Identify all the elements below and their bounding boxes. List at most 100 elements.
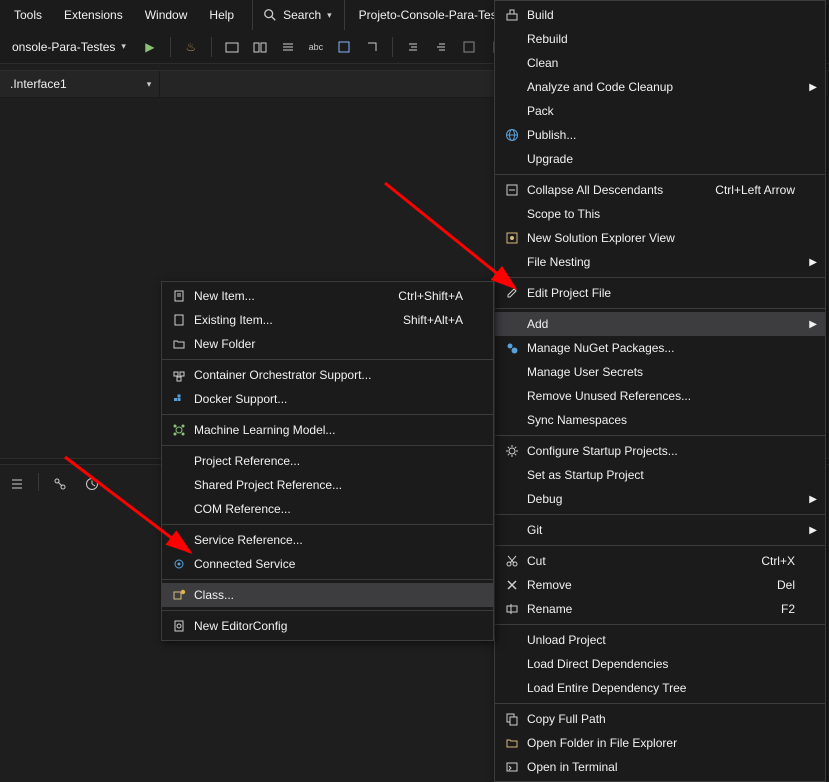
tb-icon-6[interactable] <box>360 35 384 59</box>
separator <box>162 414 493 415</box>
tb-icon-4[interactable]: abc <box>304 35 328 59</box>
project-menu-item[interactable]: Copy Full Path <box>495 707 825 731</box>
add-menu-item[interactable]: New Item...Ctrl+Shift+A <box>162 284 493 308</box>
add-menu-item[interactable]: Project Reference... <box>162 449 493 473</box>
tb-icon-7[interactable] <box>401 35 425 59</box>
menu-item-shortcut: Ctrl+Left Arrow <box>675 183 795 197</box>
project-menu-item[interactable]: Edit Project File <box>495 281 825 305</box>
add-menu-item[interactable]: New EditorConfig <box>162 614 493 638</box>
add-menu-item[interactable]: Class... <box>162 583 493 607</box>
separator <box>162 359 493 360</box>
add-menu-item[interactable]: Shared Project Reference... <box>162 473 493 497</box>
project-menu-item[interactable]: Remove Unused References... <box>495 384 825 408</box>
menu-item-label: Clean <box>523 56 795 70</box>
project-menu-item[interactable]: Collapse All DescendantsCtrl+Left Arrow <box>495 178 825 202</box>
breadcrumb-namespace[interactable]: .Interface1 ▾ <box>0 71 160 97</box>
add-menu-item[interactable]: Docker Support... <box>162 387 493 411</box>
project-menu-item[interactable]: Manage NuGet Packages... <box>495 336 825 360</box>
menu-tools[interactable]: Tools <box>4 4 52 26</box>
tb-icon-8[interactable] <box>429 35 453 59</box>
project-menu-item[interactable]: Open Folder in File Explorer <box>495 731 825 755</box>
search-box[interactable]: Search ▾ <box>252 0 342 30</box>
startup-selector[interactable]: onsole-Para-Testes ▾ <box>4 38 134 56</box>
project-menu-item[interactable]: Build <box>495 3 825 27</box>
project-menu-item[interactable]: Open in Terminal <box>495 755 825 779</box>
project-menu-item[interactable]: Configure Startup Projects... <box>495 439 825 463</box>
abc-icon: abc <box>309 42 324 52</box>
tb-icon-1[interactable] <box>220 35 244 59</box>
project-menu-item[interactable]: RenameF2 <box>495 597 825 621</box>
build-icon <box>501 8 523 22</box>
project-menu-item[interactable]: Analyze and Code Cleanup▶ <box>495 75 825 99</box>
project-menu-item[interactable]: Pack <box>495 99 825 123</box>
list-view-button[interactable] <box>6 473 28 495</box>
menu-item-label: Open in Terminal <box>523 760 795 774</box>
tb-icon-2[interactable] <box>248 35 272 59</box>
project-menu-item[interactable]: New Solution Explorer View <box>495 226 825 250</box>
project-menu-item[interactable]: Clean <box>495 51 825 75</box>
project-menu-item[interactable]: Load Direct Dependencies <box>495 652 825 676</box>
add-menu-item[interactable]: Service Reference... <box>162 528 493 552</box>
gear-icon <box>501 444 523 458</box>
menu-item-label: Configure Startup Projects... <box>523 444 795 458</box>
project-menu-item[interactable]: Load Entire Dependency Tree <box>495 676 825 700</box>
hot-reload-button[interactable]: ♨ <box>179 35 203 59</box>
history-button[interactable] <box>81 473 103 495</box>
add-menu-item[interactable]: Machine Learning Model... <box>162 418 493 442</box>
tb-icon-9[interactable] <box>457 35 481 59</box>
menu-item-label: Remove <box>523 578 737 592</box>
separator <box>392 37 393 57</box>
class-icon <box>168 588 190 602</box>
chevron-down-icon: ▾ <box>121 41 126 52</box>
project-menu-item[interactable]: Manage User Secrets <box>495 360 825 384</box>
menu-help[interactable]: Help <box>199 4 244 26</box>
project-menu-item[interactable]: RemoveDel <box>495 573 825 597</box>
menu-item-shortcut: Ctrl+X <box>721 554 795 568</box>
tb-icon-5[interactable] <box>332 35 356 59</box>
add-menu-item[interactable]: Connected Service <box>162 552 493 576</box>
project-menu-item[interactable]: Publish... <box>495 123 825 147</box>
menu-item-label: Build <box>523 8 795 22</box>
start-button[interactable]: ▶ <box>138 35 162 59</box>
tb-icon-3[interactable] <box>276 35 300 59</box>
separator <box>495 703 825 704</box>
menu-item-label: Sync Namespaces <box>523 413 795 427</box>
project-menu-item[interactable]: Git▶ <box>495 518 825 542</box>
menu-item-label: Cut <box>523 554 721 568</box>
add-menu-item[interactable]: Existing Item...Shift+Alt+A <box>162 308 493 332</box>
project-menu-item[interactable]: Add▶ <box>495 312 825 336</box>
project-menu-item[interactable]: Sync Namespaces <box>495 408 825 432</box>
ml-icon <box>168 423 190 437</box>
search-icon <box>263 8 277 22</box>
add-menu-item[interactable]: New Folder <box>162 332 493 356</box>
menu-item-label: Copy Full Path <box>523 712 795 726</box>
solution-icon <box>501 231 523 245</box>
add-menu-item[interactable]: Container Orchestrator Support... <box>162 363 493 387</box>
separator <box>170 37 171 57</box>
separator <box>495 435 825 436</box>
menu-item-label: Rename <box>523 602 741 616</box>
menu-item-label: Load Direct Dependencies <box>523 657 795 671</box>
menu-extensions[interactable]: Extensions <box>54 4 133 26</box>
project-menu-item[interactable]: Set as Startup Project <box>495 463 825 487</box>
menu-item-label: Manage NuGet Packages... <box>523 341 795 355</box>
project-menu-item[interactable]: Scope to This <box>495 202 825 226</box>
menu-item-label: Unload Project <box>523 633 795 647</box>
menu-item-label: Publish... <box>523 128 795 142</box>
add-menu-item[interactable]: COM Reference... <box>162 497 493 521</box>
menu-item-label: Existing Item... <box>190 313 363 327</box>
menu-item-label: Shared Project Reference... <box>190 478 463 492</box>
project-menu-item[interactable]: Unload Project <box>495 628 825 652</box>
menu-item-label: New Item... <box>190 289 358 303</box>
activity-button[interactable] <box>49 473 71 495</box>
submenu-arrow-icon: ▶ <box>809 494 817 505</box>
project-menu-item[interactable]: File Nesting▶ <box>495 250 825 274</box>
menu-window[interactable]: Window <box>135 4 198 26</box>
project-menu-item[interactable]: Debug▶ <box>495 487 825 511</box>
project-menu-item[interactable]: Upgrade <box>495 147 825 171</box>
project-menu-item[interactable]: Rebuild <box>495 27 825 51</box>
menu-item-label: Manage User Secrets <box>523 365 795 379</box>
project-menu-item[interactable]: CutCtrl+X <box>495 549 825 573</box>
menu-item-label: Upgrade <box>523 152 795 166</box>
startup-label: onsole-Para-Testes <box>12 40 115 54</box>
